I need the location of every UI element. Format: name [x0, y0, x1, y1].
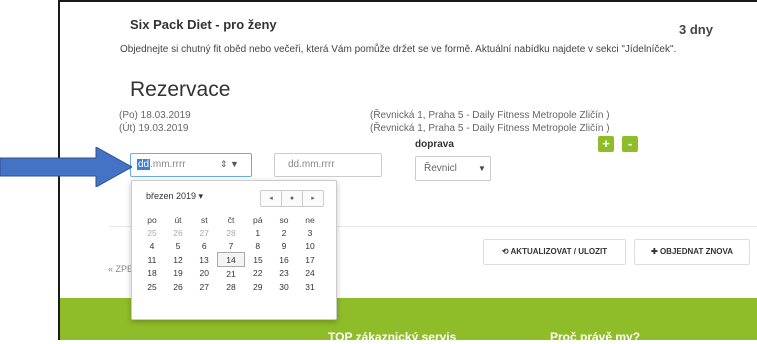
- datepicker-popup: březen 2019 ▾ ◂ ● ▸ po út st čt pá so ne…: [131, 180, 337, 320]
- product-description: Objednejte si chutný fit oběd nebo večeř…: [120, 44, 677, 55]
- calendar-day[interactable]: 28: [218, 280, 245, 293]
- calendar-day[interactable]: 6: [191, 239, 218, 253]
- reservation-heading: Rezervace: [130, 78, 231, 101]
- calendar-day[interactable]: 16: [271, 253, 297, 267]
- calendar-week-row: 18 19 20 21 22 23 24: [139, 267, 323, 281]
- month-nav: ◂ ● ▸: [260, 190, 324, 207]
- weekday-header: st: [200, 214, 208, 225]
- calendar-day[interactable]: 30: [271, 280, 297, 293]
- calendar-day[interactable]: 18: [139, 267, 165, 281]
- calendar-week-row: 25 26 27 28 1 2 3: [139, 226, 323, 239]
- date-to-input[interactable]: dd.mm.rrrr: [274, 153, 382, 177]
- calendar-day[interactable]: 1: [245, 226, 272, 239]
- duration-label: 3 dny: [679, 22, 713, 37]
- calendar-day[interactable]: 13: [191, 253, 218, 267]
- calendar-day[interactable]: 25: [139, 226, 165, 239]
- remove-reservation-button[interactable]: -: [622, 136, 638, 152]
- calendar-day[interactable]: 17: [297, 253, 323, 267]
- weekday-header: ne: [305, 214, 315, 225]
- weekday-header: út: [174, 214, 182, 225]
- calendar-day[interactable]: 29: [245, 280, 272, 293]
- calendar-day[interactable]: 28: [218, 226, 245, 239]
- calendar-day[interactable]: 11: [139, 253, 165, 267]
- reservation-location-2: (Řevnická 1, Praha 5 - Daily Fitness Met…: [370, 123, 610, 134]
- add-reservation-button[interactable]: +: [598, 136, 614, 152]
- product-title: Six Pack Diet - pro ženy: [130, 17, 277, 32]
- weekday-header: pá: [253, 214, 263, 225]
- calendar-day[interactable]: 15: [245, 253, 272, 267]
- prev-month-button[interactable]: ◂: [261, 191, 282, 206]
- month-select[interactable]: březen 2019 ▾: [146, 191, 203, 202]
- reservation-date-2: (Út) 19.03.2019: [119, 123, 189, 134]
- reservation-location-1: (Řevnická 1, Praha 5 - Daily Fitness Met…: [370, 110, 610, 121]
- transport-select-value: Řevnicl: [424, 163, 457, 174]
- next-month-button[interactable]: ▸: [303, 191, 323, 206]
- calendar-day[interactable]: 27: [191, 226, 218, 239]
- calendar-day[interactable]: 10: [297, 239, 323, 253]
- reservation-date-1: (Po) 18.03.2019: [119, 110, 191, 121]
- weekday-header: čt: [227, 214, 235, 225]
- calendar-day[interactable]: 8: [245, 239, 272, 253]
- date-to-placeholder: dd.mm.rrrr: [288, 159, 335, 170]
- calendar-day[interactable]: 24: [297, 267, 323, 281]
- date-from-rest: .mm.rrrr: [150, 159, 186, 170]
- calendar-day[interactable]: 20: [191, 267, 218, 281]
- calendar-day[interactable]: 4: [139, 239, 165, 253]
- window-frame-top: [58, 0, 757, 2]
- calendar-week-row: 11 12 13 14 15 16 17: [139, 252, 323, 267]
- doprava-label: doprava: [415, 139, 454, 150]
- today-button[interactable]: ●: [282, 191, 303, 206]
- calendar-day[interactable]: 21: [218, 267, 245, 281]
- chevron-down-icon: ▼: [478, 164, 486, 173]
- calendar-days: 25 26 27 28 1 2 3 4 5 6 7 8 9 10 11 12 13 14 15 16 17 18 19 20 2…: [139, 226, 323, 293]
- blue-arrow-icon: [0, 147, 132, 187]
- calendar-day[interactable]: 14: [217, 252, 245, 267]
- transport-select[interactable]: Řevnicl ▼: [415, 156, 491, 181]
- calendar-day[interactable]: 26: [165, 226, 191, 239]
- calendar-day[interactable]: 26: [165, 280, 191, 293]
- date-from-value: dd.mm.rrrr: [137, 159, 186, 170]
- footer-heading-why: Proč právě my?: [550, 330, 641, 344]
- date-spin-dropdown-icon[interactable]: ⇕ ▼: [220, 159, 239, 170]
- reorder-button[interactable]: ✚ OBJEDNAT ZNOVA: [634, 239, 750, 265]
- back-link[interactable]: « ZPE: [108, 264, 133, 274]
- calendar-day[interactable]: 7: [218, 239, 245, 253]
- footer-heading-service: TOP zákaznický servis: [328, 330, 457, 344]
- calendar-day[interactable]: 27: [191, 280, 218, 293]
- calendar-day[interactable]: 31: [297, 280, 323, 293]
- update-save-button[interactable]: ⟲ AKTUALIZOVAT / ULOZIT: [483, 239, 626, 265]
- date-from-input[interactable]: dd.mm.rrrr ⇕ ▼: [130, 153, 252, 177]
- weekday-header: so: [279, 214, 289, 225]
- calendar-day[interactable]: 19: [165, 267, 191, 281]
- weekday-header: po: [147, 214, 157, 225]
- calendar-day[interactable]: 22: [245, 267, 272, 281]
- calendar-grid: po út st čt pá so ne 25 26 27 28 1 2 3 4 5 6 7 8 9 10…: [139, 213, 323, 293]
- calendar-day[interactable]: 23: [271, 267, 297, 281]
- calendar-day[interactable]: 9: [271, 239, 297, 253]
- calendar-day[interactable]: 3: [297, 226, 323, 239]
- calendar-day[interactable]: 25: [139, 280, 165, 293]
- calendar-week-row: 4 5 6 7 8 9 10: [139, 239, 323, 253]
- date-from-day-segment[interactable]: dd: [137, 159, 151, 170]
- calendar-day[interactable]: 2: [271, 226, 297, 239]
- calendar-day[interactable]: 12: [165, 253, 191, 267]
- calendar-day[interactable]: 5: [165, 239, 191, 253]
- calendar-week-row: 25 26 27 28 29 30 31: [139, 280, 323, 293]
